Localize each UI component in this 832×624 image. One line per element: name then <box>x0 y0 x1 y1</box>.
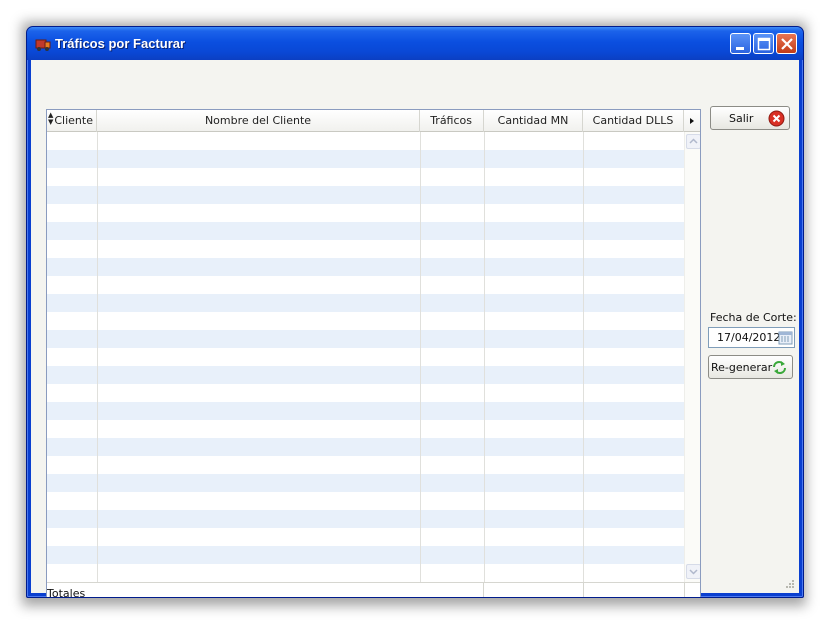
cutoff-date-value: 17/04/2012 <box>717 331 781 344</box>
regenerate-button-label: Re-generar <box>711 361 773 374</box>
column-divider <box>484 132 485 582</box>
regenerate-button[interactable]: Re-generar <box>708 355 793 379</box>
totals-row: Totales <box>47 582 700 598</box>
column-header-cantidad-mn[interactable]: Cantidad MN <box>484 110 583 132</box>
minimize-button[interactable] <box>730 33 751 54</box>
maximize-button[interactable] <box>753 33 774 54</box>
close-icon <box>781 38 793 50</box>
column-divider <box>583 132 584 582</box>
totals-divider <box>583 583 584 597</box>
calendar-icon[interactable] <box>778 330 793 345</box>
column-header-cliente[interactable]: Cliente <box>47 110 97 132</box>
minimize-icon <box>736 47 744 50</box>
close-circle-icon <box>768 110 785 127</box>
totals-label: Totales <box>47 587 86 598</box>
window-client-area: ▲ ▼ Cliente Nombre del Cliente Tráficos C… <box>31 60 799 597</box>
maximize-icon <box>757 37 771 51</box>
exit-button[interactable]: Salir <box>710 106 790 130</box>
scroll-down-button[interactable] <box>686 564 700 579</box>
app-window: Tráficos por Facturar ▲ ▼ Cliente Nombre … <box>26 26 804 598</box>
resize-grip-icon[interactable] <box>785 579 795 589</box>
chevron-up-icon <box>689 138 698 144</box>
column-divider <box>420 132 421 582</box>
chevron-right-icon <box>690 118 694 124</box>
column-scroll-button[interactable] <box>684 110 700 132</box>
column-header-traficos[interactable]: Tráficos <box>420 110 484 132</box>
window-title: Tráficos por Facturar <box>55 36 186 51</box>
column-header-nombre-cliente[interactable]: Nombre del Cliente <box>97 110 420 132</box>
refresh-icon <box>773 361 786 374</box>
close-window-button[interactable] <box>776 33 797 54</box>
chevron-down-icon <box>689 569 698 575</box>
exit-button-label: Salir <box>729 112 754 125</box>
vertical-scrollbar[interactable] <box>684 132 700 582</box>
column-header-cantidad-dlls[interactable]: Cantidad DLLS <box>583 110 684 132</box>
grid-rows[interactable] <box>47 132 684 582</box>
app-icon <box>35 39 51 51</box>
invoices-grid[interactable]: ▲ ▼ Cliente Nombre del Cliente Tráficos C… <box>46 109 701 598</box>
grid-header: ▲ ▼ Cliente Nombre del Cliente Tráficos C… <box>47 110 700 132</box>
title-bar[interactable]: Tráficos por Facturar <box>27 27 803 60</box>
totals-divider <box>684 583 685 597</box>
cutoff-date-input[interactable]: 17/04/2012 <box>708 327 795 348</box>
column-divider <box>97 132 98 582</box>
totals-divider <box>483 583 484 597</box>
cutoff-date-label: Fecha de Corte: <box>710 311 797 324</box>
scroll-up-button[interactable] <box>686 134 700 149</box>
